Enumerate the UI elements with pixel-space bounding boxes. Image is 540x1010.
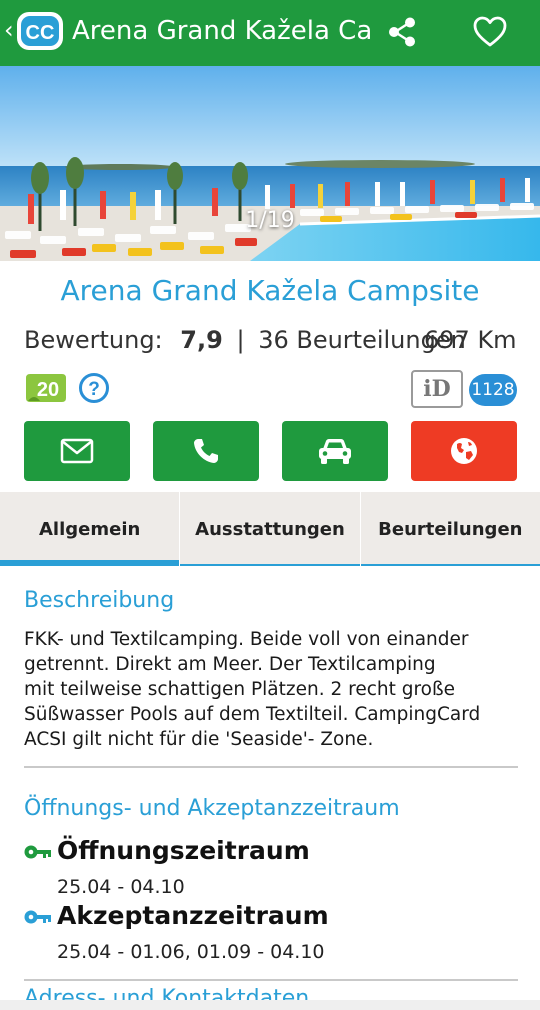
distance: 697 Km — [424, 326, 517, 354]
description-heading: Beschreibung — [24, 588, 175, 613]
acceptance-period: Akzeptanzzeitraum 25.04 - 01.06, 01.09 -… — [24, 901, 524, 963]
opening-dates: 25.04 - 04.10 — [57, 876, 185, 898]
description-line: getrennt. Direkt am Meer. Der Textilcamp… — [24, 654, 436, 675]
page-title: Arena Grand Kažela Ca… — [72, 16, 372, 46]
acceptance-dates: 25.04 - 01.06, 01.09 - 04.10 — [57, 941, 325, 963]
campsite-photo[interactable]: 1/19 — [0, 66, 540, 261]
tab-indicator — [0, 560, 180, 566]
tab-beurteilungen[interactable]: Beurteilungen — [359, 492, 540, 566]
opening-label: Öffnungszeitraum — [57, 836, 310, 865]
campsite-name: Arena Grand Kažela Campsite — [60, 274, 480, 307]
tab-indicator — [360, 564, 540, 566]
periods-heading: Öffnungs- und Akzeptanzzeitraum — [24, 796, 400, 821]
acsi-20-badge-icon[interactable]: 20 — [24, 371, 68, 405]
photo-counter: 1/19 — [245, 208, 295, 233]
car-icon — [319, 439, 351, 464]
back-icon[interactable]: ‹ — [4, 18, 14, 42]
section-divider — [24, 979, 518, 981]
tab-ausstattungen[interactable]: Ausstattungen — [179, 492, 360, 566]
rating-value: 7,9 — [180, 326, 223, 354]
description-text: FKK- und Textilcamping. Beide voll von e… — [24, 627, 514, 752]
tab-indicator — [180, 564, 360, 566]
tab-allgemein[interactable]: Allgemein — [0, 492, 180, 566]
blue-key-icon — [24, 910, 51, 924]
favorite-heart-icon[interactable] — [472, 14, 508, 50]
tab-label: Ausstattungen — [195, 518, 345, 540]
phone-icon — [194, 439, 218, 463]
opening-period: Öffnungszeitraum 25.04 - 04.10 — [24, 836, 524, 898]
section-divider — [24, 766, 518, 768]
tab-bar: Allgemein Ausstattungen Beurteilungen — [0, 492, 540, 566]
call-button[interactable] — [153, 421, 259, 481]
description-line: mit teilweise schattigen Plätzen. 2 rech… — [24, 679, 456, 700]
logo-text: CC — [26, 22, 55, 44]
share-icon[interactable] — [386, 16, 418, 48]
tab-label: Beurteilungen — [378, 518, 523, 540]
envelope-icon — [60, 438, 94, 464]
acsi-logo[interactable]: CC — [16, 11, 64, 51]
rating-row: Bewertung: 7,9 | 36 Beurteilungen 697 Km — [24, 326, 520, 358]
help-icon[interactable]: ? — [78, 372, 110, 404]
age-badge-text: 20 — [37, 379, 59, 401]
app-bar: ‹ CC Arena Grand Kažela Ca… — [0, 0, 540, 66]
description-line: Süßwasser Pools auf dem Textilteil. Camp… — [24, 704, 481, 725]
id-badge-icon[interactable]: iD — [411, 370, 463, 408]
svg-text:?: ? — [88, 379, 100, 400]
acceptance-label: Akzeptanzzeitraum — [57, 901, 329, 930]
website-button[interactable] — [411, 421, 517, 481]
description-line: ACSI gilt nicht für die 'Seaside'- Zone. — [24, 729, 374, 750]
route-button[interactable] — [282, 421, 388, 481]
green-key-icon — [24, 845, 51, 859]
email-button[interactable] — [24, 421, 130, 481]
id-count-badge[interactable]: 1128 — [469, 374, 517, 406]
rating-label: Bewertung: — [24, 326, 163, 354]
description-line: FKK- und Textilcamping. Beide voll von e… — [24, 629, 469, 650]
rating-separator: | — [236, 326, 245, 354]
bottom-edge — [0, 1000, 540, 1010]
tab-label: Allgemein — [39, 518, 141, 540]
globe-icon — [451, 438, 477, 464]
